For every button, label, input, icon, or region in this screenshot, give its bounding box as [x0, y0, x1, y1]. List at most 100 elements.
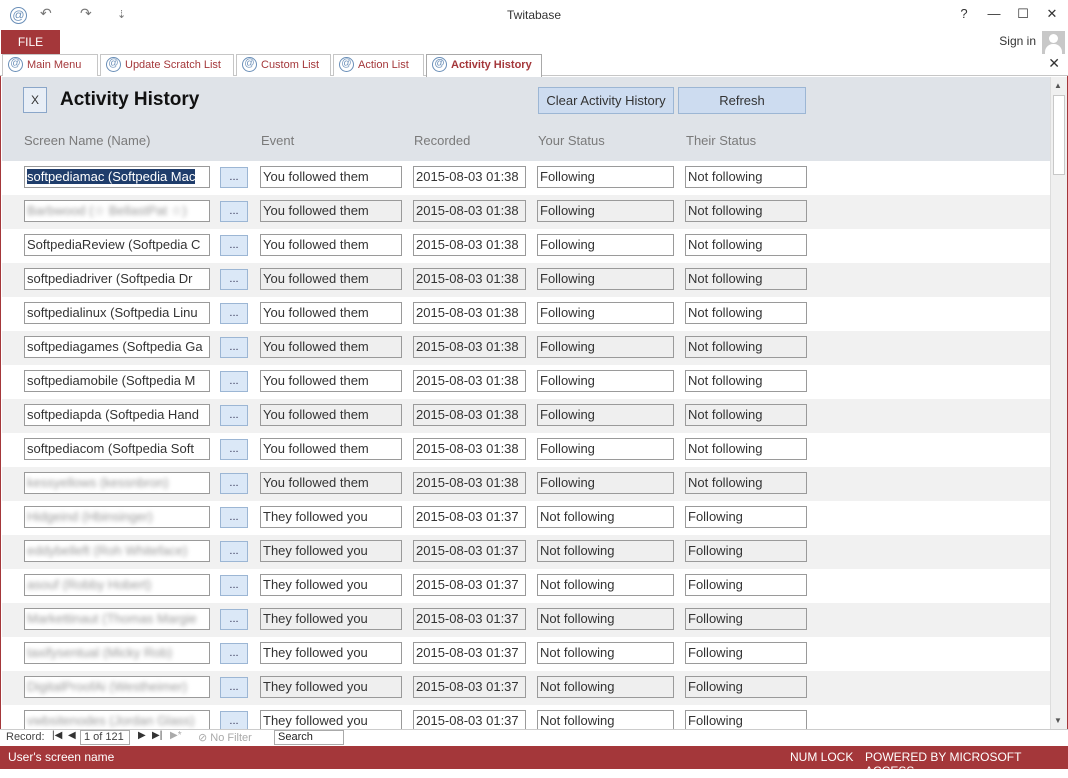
recorded-field[interactable]: 2015-08-03 01:38 [413, 234, 526, 256]
last-record-icon[interactable]: ▶| [152, 730, 162, 741]
event-field[interactable]: They followed you [260, 642, 402, 664]
screen-name-field[interactable]: SoftpediaReview (Softpedia C [24, 234, 210, 256]
close-tab-button[interactable]: ✕ [1048, 55, 1060, 72]
more-button[interactable]: ... [220, 269, 248, 290]
close-window-button[interactable]: ✕ [1040, 6, 1064, 24]
more-button[interactable]: ... [220, 677, 248, 698]
recorded-field[interactable]: 2015-08-03 01:37 [413, 506, 526, 528]
screen-name-field[interactable]: softpediadriver (Softpedia Dr [24, 268, 210, 290]
recorded-field[interactable]: 2015-08-03 01:37 [413, 608, 526, 630]
their-status-field[interactable]: Following [685, 676, 807, 698]
more-button[interactable]: ... [220, 643, 248, 664]
recorded-field[interactable]: 2015-08-03 01:38 [413, 336, 526, 358]
event-field[interactable]: You followed them [260, 234, 402, 256]
record-number-input[interactable]: 1 of 121 [80, 730, 130, 745]
event-field[interactable]: You followed them [260, 268, 402, 290]
new-record-icon[interactable]: ▶* [170, 730, 182, 741]
screen-name-field[interactable]: DigitalProofAi (Westheimer) [24, 676, 210, 698]
more-button[interactable]: ... [220, 439, 248, 460]
tab-update-scratch-list[interactable]: @ Update Scratch List [100, 54, 234, 76]
their-status-field[interactable]: Following [685, 506, 807, 528]
more-button[interactable]: ... [220, 609, 248, 630]
your-status-field[interactable]: Following [537, 336, 674, 358]
your-status-field[interactable]: Not following [537, 506, 674, 528]
your-status-field[interactable]: Following [537, 234, 674, 256]
event-field[interactable]: They followed you [260, 506, 402, 528]
recorded-field[interactable]: 2015-08-03 01:38 [413, 268, 526, 290]
event-field[interactable]: You followed them [260, 370, 402, 392]
more-button[interactable]: ... [220, 575, 248, 596]
their-status-field[interactable]: Following [685, 642, 807, 664]
screen-name-field[interactable]: vwbsitenodes (Jordan Glass) [24, 710, 210, 729]
more-button[interactable]: ... [220, 507, 248, 528]
their-status-field[interactable]: Not following [685, 302, 807, 324]
their-status-field[interactable]: Not following [685, 472, 807, 494]
clear-activity-history-button[interactable]: Clear Activity History [538, 87, 674, 114]
your-status-field[interactable]: Following [537, 472, 674, 494]
your-status-field[interactable]: Following [537, 200, 674, 222]
their-status-field[interactable]: Not following [685, 166, 807, 188]
vertical-scrollbar[interactable]: ▲ ▼ [1050, 77, 1067, 729]
more-button[interactable]: ... [220, 167, 248, 188]
screen-name-field[interactable]: Hidgeind (Hbinsinger) [24, 506, 210, 528]
screen-name-field[interactable]: asouf (Robby Hobert) [24, 574, 210, 596]
previous-record-icon[interactable]: ◀ [68, 730, 76, 741]
event-field[interactable]: They followed you [260, 710, 402, 729]
tab-activity-history[interactable]: @ Activity History [426, 54, 542, 77]
search-input[interactable]: Search [274, 730, 344, 745]
tab-action-list[interactable]: @ Action List [333, 54, 424, 76]
event-field[interactable]: You followed them [260, 302, 402, 324]
more-button[interactable]: ... [220, 235, 248, 256]
help-button[interactable]: ? [952, 6, 976, 24]
more-button[interactable]: ... [220, 303, 248, 324]
more-button[interactable]: ... [220, 405, 248, 426]
recorded-field[interactable]: 2015-08-03 01:37 [413, 710, 526, 729]
scroll-up-icon[interactable]: ▲ [1054, 81, 1062, 90]
their-status-field[interactable]: Not following [685, 370, 807, 392]
more-button[interactable]: ... [220, 541, 248, 562]
screen-name-field[interactable]: softpediagames (Softpedia Ga [24, 336, 210, 358]
screen-name-field[interactable]: softpediamobile (Softpedia M [24, 370, 210, 392]
your-status-field[interactable]: Not following [537, 642, 674, 664]
your-status-field[interactable]: Following [537, 166, 674, 188]
sign-in-link[interactable]: Sign in [999, 34, 1036, 48]
your-status-field[interactable]: Not following [537, 710, 674, 729]
recorded-field[interactable]: 2015-08-03 01:38 [413, 438, 526, 460]
event-field[interactable]: You followed them [260, 438, 402, 460]
event-field[interactable]: You followed them [260, 336, 402, 358]
their-status-field[interactable]: Not following [685, 404, 807, 426]
screen-name-field[interactable]: Barbwood (☆ BellastPat ☆) [24, 200, 210, 222]
their-status-field[interactable]: Following [685, 574, 807, 596]
maximize-button[interactable]: ☐ [1011, 6, 1035, 24]
event-field[interactable]: They followed you [260, 540, 402, 562]
more-button[interactable]: ... [220, 371, 248, 392]
tab-main-menu[interactable]: @ Main Menu [2, 54, 98, 76]
first-record-icon[interactable]: |◀ [52, 730, 62, 741]
event-field[interactable]: You followed them [260, 472, 402, 494]
close-form-button[interactable]: X [23, 87, 47, 113]
recorded-field[interactable]: 2015-08-03 01:38 [413, 472, 526, 494]
recorded-field[interactable]: 2015-08-03 01:38 [413, 404, 526, 426]
their-status-field[interactable]: Following [685, 608, 807, 630]
avatar[interactable] [1042, 31, 1065, 54]
scrollbar-thumb[interactable] [1053, 95, 1065, 175]
screen-name-field[interactable]: softpediapda (Softpedia Hand [24, 404, 210, 426]
their-status-field[interactable]: Not following [685, 438, 807, 460]
more-button[interactable]: ... [220, 711, 248, 729]
your-status-field[interactable]: Following [537, 404, 674, 426]
recorded-field[interactable]: 2015-08-03 01:37 [413, 642, 526, 664]
recorded-field[interactable]: 2015-08-03 01:38 [413, 302, 526, 324]
recorded-field[interactable]: 2015-08-03 01:38 [413, 370, 526, 392]
screen-name-field[interactable]: softpediamac (Softpedia Mac [24, 166, 210, 188]
no-filter-button[interactable]: ⊘ No Filter [198, 731, 252, 744]
recorded-field[interactable]: 2015-08-03 01:38 [413, 200, 526, 222]
screen-name-field[interactable]: taxifysentual (Micky Rob) [24, 642, 210, 664]
screen-name-field[interactable]: kessyellows (kessnbron) [24, 472, 210, 494]
your-status-field[interactable]: Following [537, 302, 674, 324]
recorded-field[interactable]: 2015-08-03 01:38 [413, 166, 526, 188]
their-status-field[interactable]: Following [685, 540, 807, 562]
screen-name-field[interactable]: softpedialinux (Softpedia Linu [24, 302, 210, 324]
event-field[interactable]: You followed them [260, 404, 402, 426]
their-status-field[interactable]: Not following [685, 200, 807, 222]
their-status-field[interactable]: Following [685, 710, 807, 729]
